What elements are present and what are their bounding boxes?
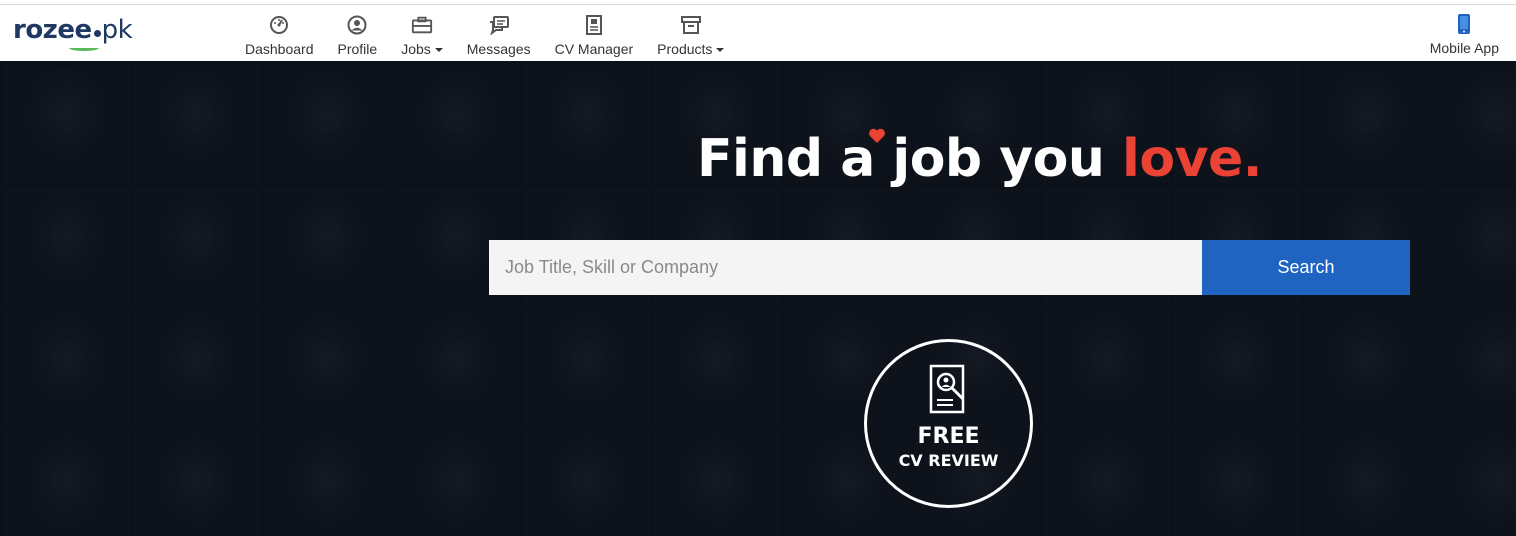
nav-item-mobile-app[interactable]: Mobile App: [1430, 5, 1499, 61]
logo-swoosh: [69, 45, 99, 51]
nav-item-products[interactable]: Products: [645, 5, 736, 61]
chevron-down-icon: [716, 48, 725, 53]
cv-review-label: CV REVIEW: [898, 451, 999, 470]
job-search-input[interactable]: [489, 240, 1202, 295]
nav-label-mobile-app: Mobile App: [1429, 40, 1499, 56]
rozee-logo[interactable]: rozee pk: [13, 15, 133, 51]
nav-item-messages[interactable]: Messages: [455, 5, 543, 61]
logo-brand-text: rozee: [13, 15, 92, 45]
top-navbar: rozee pk Dashboard Profile Jobs Messages…: [0, 5, 1516, 61]
nav-label-jobs: Jobs: [401, 41, 443, 57]
briefcase-icon: [411, 14, 433, 36]
nav-label-cv-manager: CV Manager: [554, 41, 634, 57]
nav-label-products: Products: [657, 41, 725, 57]
nav-label-profile: Profile: [337, 41, 378, 57]
search-button[interactable]: Search: [1202, 240, 1410, 295]
hero-banner: Find a job you love. Search FREE CV REVI…: [0, 61, 1516, 536]
cv-search-icon: [929, 364, 964, 414]
smartphone-icon: [1453, 13, 1475, 35]
archive-box-icon: [680, 14, 702, 36]
nav-label-dashboard: Dashboard: [245, 41, 314, 57]
dashboard-gauge-icon: [268, 14, 290, 36]
chat-bubbles-icon: [488, 14, 510, 36]
headline-highlight: love.: [1122, 129, 1262, 189]
nav-item-profile[interactable]: Profile: [326, 5, 390, 61]
headline-text: Find a job you: [697, 129, 1123, 189]
nav-item-dashboard[interactable]: Dashboard: [233, 5, 326, 61]
document-icon: [583, 14, 605, 36]
hero-headline: Find a job you love.: [697, 129, 1262, 189]
nav-item-jobs[interactable]: Jobs: [389, 5, 455, 61]
heart-icon: [869, 128, 885, 143]
cv-review-free-label: FREE: [917, 424, 980, 449]
nav-item-cv-manager[interactable]: CV Manager: [543, 5, 646, 61]
logo-suffix-text: pk: [101, 15, 133, 45]
nav-label-messages: Messages: [466, 41, 531, 57]
chevron-down-icon: [434, 48, 443, 53]
logo-dot: [93, 30, 101, 37]
free-cv-review-button[interactable]: FREE CV REVIEW: [864, 339, 1033, 508]
user-circle-icon: [346, 14, 368, 36]
main-nav: Dashboard Profile Jobs Messages CV Manag…: [233, 5, 736, 61]
